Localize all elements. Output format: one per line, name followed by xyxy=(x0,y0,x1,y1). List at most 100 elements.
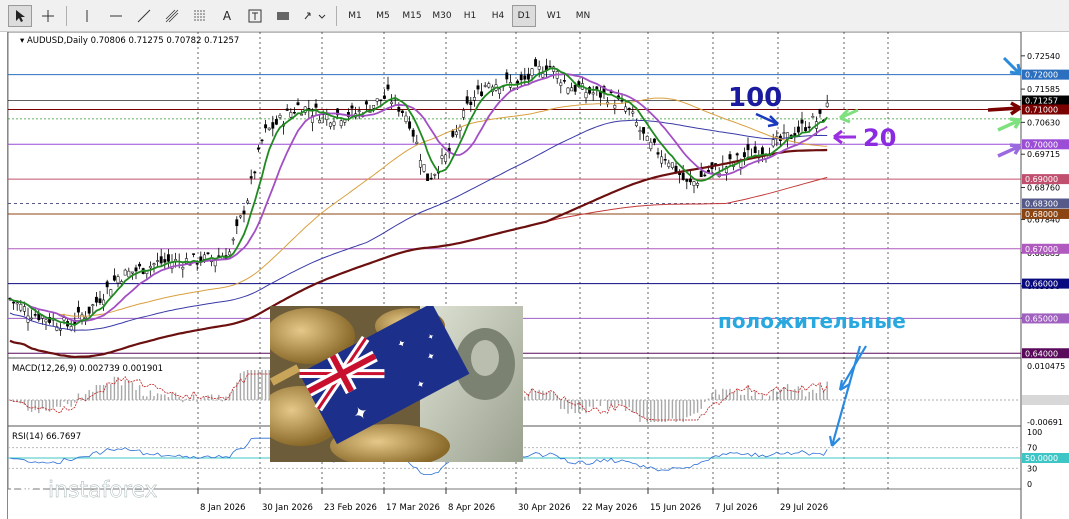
timeframe-m5-button[interactable]: M5 xyxy=(370,5,396,27)
macd-tick-label: 0.010475 xyxy=(1027,362,1065,371)
candle-body xyxy=(163,259,167,263)
timeframe-h1-button[interactable]: H1 xyxy=(458,5,482,27)
candle-body xyxy=(375,98,379,102)
timeframe-m15-button[interactable]: M15 xyxy=(399,5,425,27)
candle-body xyxy=(332,121,336,126)
cursor-icon xyxy=(16,10,25,22)
candle-body xyxy=(372,105,376,109)
candle-body xyxy=(523,75,527,80)
macd-zero-tag xyxy=(1022,395,1069,405)
rsi-50-label: 50.0000 xyxy=(1025,454,1058,463)
candle-body xyxy=(33,314,37,316)
positive-arrow-rsi xyxy=(828,345,862,447)
candle-body xyxy=(681,172,685,180)
candle-body xyxy=(627,107,631,110)
candle-body xyxy=(271,122,275,129)
ma-20-annotation: 20 xyxy=(863,124,896,152)
candle-body xyxy=(735,153,739,156)
candle-body xyxy=(408,121,412,129)
candle-body xyxy=(246,200,250,204)
chart-window[interactable]: 0.72540 0.71585 0.70630 0.69715 0.68760 0.678… xyxy=(7,32,1069,519)
date-axis-label: 17 Mar 2026 xyxy=(386,503,440,513)
rectangle-button[interactable] xyxy=(272,5,294,27)
toolbar: A M1 M5 M15 M30 H1 H4 D1 W1 MN xyxy=(0,0,1069,32)
candle-body xyxy=(476,85,480,90)
candle-body xyxy=(228,251,232,256)
candle-body xyxy=(379,99,383,102)
date-axis-label: 22 May 2026 xyxy=(582,503,637,513)
candle-body xyxy=(631,111,635,114)
horizontal-line-icon xyxy=(110,15,122,17)
candle-body xyxy=(667,162,671,167)
candle-body xyxy=(444,154,448,162)
timeframe-m1-button[interactable]: M1 xyxy=(343,5,367,27)
candle-body xyxy=(206,252,210,255)
candle-body xyxy=(76,306,80,313)
candle-body xyxy=(238,215,242,218)
instaforex-emblem-icon xyxy=(10,476,44,510)
trendline-button[interactable] xyxy=(132,5,156,27)
horizontal-line-button[interactable] xyxy=(104,5,128,27)
darkred-level-arrow-icon xyxy=(987,101,1021,116)
candle-body xyxy=(685,178,689,182)
candles xyxy=(8,57,829,336)
timeframe-mn-button[interactable]: MN xyxy=(570,5,596,27)
candle-body xyxy=(483,85,487,87)
candle-body xyxy=(566,87,570,94)
candle-body xyxy=(519,74,523,81)
arrows-button[interactable] xyxy=(300,5,330,27)
candle-body xyxy=(400,110,404,113)
vertical-line-button[interactable] xyxy=(76,5,98,27)
trendline-icon xyxy=(137,9,151,23)
arrows-dropdown-icon xyxy=(304,12,326,20)
channel-button[interactable] xyxy=(160,5,184,27)
candle-body xyxy=(274,119,278,125)
candle-body xyxy=(296,102,300,106)
timeframe-w1-button[interactable]: W1 xyxy=(542,5,566,27)
candle-body xyxy=(624,106,628,112)
green-level-arrow-icon xyxy=(997,117,1022,132)
price-level-label: 0.72000 xyxy=(1025,71,1058,80)
candle-body xyxy=(260,139,264,142)
text-tool-button[interactable]: A xyxy=(216,5,238,27)
macd-header: MACD(12,26,9) 0.002739 0.001901 xyxy=(12,364,163,374)
candle-body xyxy=(91,304,95,306)
candle-body xyxy=(181,266,185,270)
timeframe-d1-button[interactable]: D1 xyxy=(512,5,536,27)
candle-body xyxy=(166,254,170,262)
price-chart[interactable]: 0.725400.715850.706300.697150.687600.678… xyxy=(8,32,1069,519)
candle-body xyxy=(19,304,23,311)
candle-body xyxy=(796,126,800,133)
candle-body xyxy=(429,177,433,180)
candle-body xyxy=(138,263,142,267)
cursor-tool-button[interactable] xyxy=(8,5,32,27)
candle-body xyxy=(278,115,282,118)
candle-body xyxy=(87,306,91,314)
candle-body xyxy=(584,92,588,99)
candle-body xyxy=(652,138,656,143)
candle-body xyxy=(202,254,206,260)
candle-body xyxy=(109,289,113,297)
logo-tagline: Instant Forex Trading xyxy=(49,503,144,513)
candle-body xyxy=(62,317,66,321)
crosshair-tool-button[interactable] xyxy=(36,5,60,27)
candle-body xyxy=(231,238,235,241)
australian-flag-photo: ✦ ✦ ✦ ✦ ✦ xyxy=(270,306,523,462)
rsi-tick-label: 30 xyxy=(1027,464,1037,473)
rsi-tick-label: 0 xyxy=(1027,480,1032,489)
candle-body xyxy=(159,256,163,264)
candle-body xyxy=(242,210,246,215)
text-label-button[interactable] xyxy=(244,5,266,27)
candle-body xyxy=(152,263,156,266)
candle-body xyxy=(84,316,88,319)
price-level-label: 0.68000 xyxy=(1025,210,1058,219)
candle-body xyxy=(44,319,48,323)
price-level-label: 0.69000 xyxy=(1025,175,1058,184)
candle-body xyxy=(112,275,116,281)
candle-body xyxy=(15,302,19,305)
candle-body xyxy=(264,124,268,129)
candle-body xyxy=(534,59,538,67)
fibonacci-button[interactable] xyxy=(188,5,212,27)
timeframe-m30-button[interactable]: M30 xyxy=(428,5,456,27)
timeframe-h4-button[interactable]: H4 xyxy=(486,5,510,27)
